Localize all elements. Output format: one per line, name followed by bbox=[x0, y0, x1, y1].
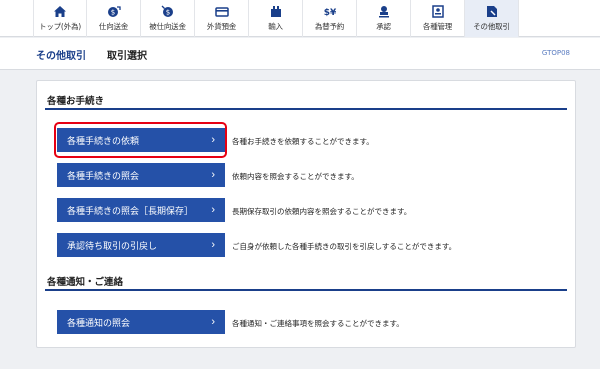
chevron-right-icon: › bbox=[211, 169, 215, 181]
procedure-inquiry-button[interactable]: 各種手続きの照会 › bbox=[57, 163, 225, 187]
top-navigation: トップ(外為) $ 仕向送金 $ 被仕向送金 外貨預金 輸入 $¥ 為替予約 承… bbox=[0, 0, 600, 37]
foreign-deposit-icon bbox=[214, 4, 230, 18]
procedure-request-description: 各種お手続きを依頼することができます。 bbox=[232, 137, 374, 146]
button-label: 承認待ち取引の引戻し bbox=[67, 240, 158, 251]
nav-item-management[interactable]: 各種管理 bbox=[411, 0, 465, 37]
button-label: 各種手続きの照会 bbox=[67, 170, 140, 181]
nav-label: その他取引 bbox=[473, 22, 510, 31]
chevron-right-icon: › bbox=[211, 239, 215, 251]
other-transactions-icon bbox=[484, 4, 500, 18]
nav-item-approval[interactable]: 承認 bbox=[357, 0, 411, 37]
nav-label: 被仕向送金 bbox=[149, 22, 186, 31]
chevron-right-icon: › bbox=[211, 204, 215, 216]
section-divider bbox=[45, 108, 567, 110]
nav-label: 輸入 bbox=[268, 22, 283, 31]
outgoing-remittance-icon: $ bbox=[106, 4, 122, 18]
procedure-request-button[interactable]: 各種手続きの依頼 › bbox=[57, 128, 225, 152]
nav-item-foreign-deposit[interactable]: 外貨預金 bbox=[195, 0, 249, 37]
nav-label: 仕向送金 bbox=[98, 22, 129, 31]
section-divider bbox=[45, 289, 567, 291]
page-category: その他取引 bbox=[36, 51, 86, 62]
exchange-contract-icon: $¥ bbox=[322, 4, 338, 18]
chevron-right-icon: › bbox=[211, 316, 215, 328]
procedure-inquiry-longterm-description: 長期保存取引の依頼内容を照会することができます。 bbox=[232, 207, 412, 216]
procedure-inquiry-description: 依頼内容を照会することができます。 bbox=[232, 172, 359, 181]
chevron-right-icon: › bbox=[211, 134, 215, 146]
nav-item-incoming-remittance[interactable]: $ 被仕向送金 bbox=[141, 0, 195, 37]
import-icon bbox=[268, 4, 284, 18]
nav-label: 為替予約 bbox=[314, 22, 345, 31]
nav-label: 承認 bbox=[376, 22, 391, 31]
pending-approval-retract-button[interactable]: 承認待ち取引の引戻し › bbox=[57, 233, 225, 257]
nav-item-outgoing-remittance[interactable]: $ 仕向送金 bbox=[87, 0, 141, 37]
section-title-notifications: 各種通知・ご連絡 bbox=[47, 277, 124, 288]
approval-icon bbox=[376, 4, 392, 18]
button-label: 各種手続きの照会［長期保存］ bbox=[67, 205, 194, 216]
svg-text:$: $ bbox=[165, 8, 169, 16]
procedure-inquiry-longterm-button[interactable]: 各種手続きの照会［長期保存］ › bbox=[57, 198, 225, 222]
button-label: 各種手続きの依頼 bbox=[67, 135, 140, 146]
incoming-remittance-icon: $ bbox=[160, 4, 176, 18]
button-label: 各種通知の照会 bbox=[67, 317, 131, 328]
screen-code: GTOP08 bbox=[541, 49, 570, 57]
svg-text:$: $ bbox=[110, 8, 114, 16]
nav-item-import[interactable]: 輸入 bbox=[249, 0, 303, 37]
page-title: 取引選択 bbox=[107, 51, 147, 62]
home-icon bbox=[52, 4, 68, 18]
management-icon bbox=[430, 4, 446, 18]
nav-item-other-transactions[interactable]: その他取引 bbox=[465, 0, 519, 37]
nav-item-top[interactable]: トップ(外為) bbox=[33, 0, 87, 37]
svg-text:$¥: $¥ bbox=[323, 8, 336, 18]
page-header: その他取引 取引選択 GTOP08 bbox=[0, 38, 600, 70]
nav-item-exchange-contract[interactable]: $¥ 為替予約 bbox=[303, 0, 357, 37]
nav-label: 各種管理 bbox=[422, 22, 453, 31]
nav-label: 外貨預金 bbox=[206, 22, 237, 31]
notification-inquiry-description: 各種通知・ご連絡事項を照会することができます。 bbox=[232, 319, 404, 328]
section-title-procedures: 各種お手続き bbox=[47, 96, 105, 107]
nav-label: トップ(外為) bbox=[39, 22, 81, 31]
notification-inquiry-button[interactable]: 各種通知の照会 › bbox=[57, 310, 225, 334]
pending-approval-retract-description: ご自身が依頼した各種手続きの取引を引戻しすることができます。 bbox=[232, 242, 457, 251]
main-panel: 各種お手続き 各種手続きの依頼 › 各種お手続きを依頼することができます。 各種… bbox=[36, 80, 576, 348]
